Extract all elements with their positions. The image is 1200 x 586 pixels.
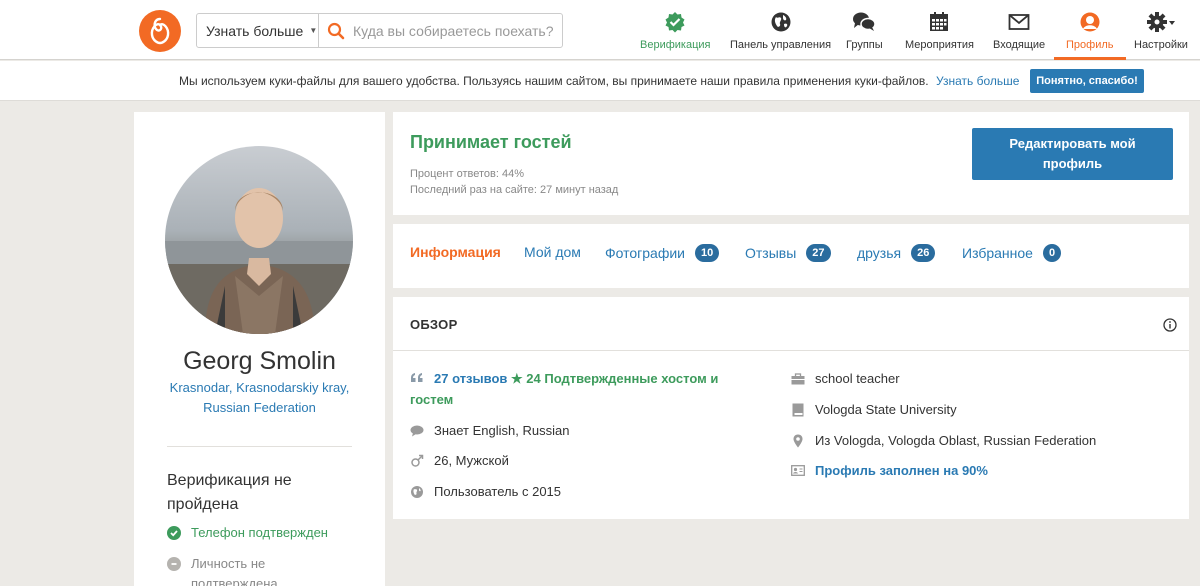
nav-events[interactable]: Мероприятия [905, 10, 974, 60]
tab-references[interactable]: Отзывы 27 [745, 244, 831, 262]
nav-groups[interactable]: Группы [846, 10, 883, 60]
info-icon[interactable] [1163, 318, 1177, 337]
envelope-icon [1008, 10, 1030, 34]
count-badge: 26 [911, 244, 936, 262]
profile-location-link[interactable]: Krasnodar, Krasnodarskiy kray, Russian F… [156, 378, 363, 418]
education-text: Vologda State University [815, 402, 957, 417]
nav-groups-label: Группы [846, 39, 883, 51]
cookie-accept-button[interactable]: Понятно, спасибо! [1030, 69, 1144, 93]
chat-bubbles-icon [852, 10, 877, 34]
hometown-text: Из Vologda, Vologda Oblast, Russian Fede… [815, 433, 1097, 448]
member-since-text: Пользователь с 2015 [434, 484, 562, 499]
age-gender-row: 26, Мужской [410, 450, 509, 471]
hometown-row: Из Vologda, Vologda Oblast, Russian Fede… [791, 430, 1096, 451]
overview-header: ОБЗОР [393, 297, 1189, 351]
tab-my-home[interactable]: Мой дом [524, 244, 581, 260]
age-gender-text: 26, Мужской [434, 453, 509, 468]
profile-tabs: Информация Мой дом Фотографии 10 Отзывы … [393, 224, 1189, 288]
star-icon: ★ [511, 371, 523, 386]
member-since-row: Пользователь с 2015 [410, 481, 561, 502]
verification-item-label: Телефон подтвержден [191, 525, 328, 540]
divider [167, 446, 352, 447]
overview-card: ОБЗОР 27 отзывов ★ 24 Подтвержденные хос… [393, 297, 1189, 519]
book-icon [791, 399, 805, 420]
nav-inbox[interactable]: Входящие [993, 10, 1045, 60]
logo-icon [150, 17, 170, 45]
tab-about[interactable]: Информация [410, 244, 501, 260]
nav-dashboard-label: Панель управления [730, 39, 832, 51]
hosting-status-card: Принимает гостей Процент ответов: 44% По… [393, 112, 1189, 215]
count-badge: 10 [695, 244, 720, 262]
references-link[interactable]: 27 отзывов [434, 371, 507, 386]
nav-verification[interactable]: Верификация [640, 10, 711, 60]
occupation-row: school teacher [791, 368, 900, 389]
tab-label: Мой дом [524, 244, 581, 260]
search-input[interactable] [353, 22, 553, 39]
search-icon[interactable] [319, 22, 353, 40]
education-row: Vologda State University [791, 399, 957, 420]
avatar [165, 146, 353, 334]
cookie-learn-more-link[interactable]: Узнать больше [936, 74, 1019, 88]
search-mode-dropdown[interactable]: Узнать больше ▼ [197, 14, 319, 47]
verification-item-label: Личность не подтверждена [191, 556, 278, 586]
id-card-icon [791, 460, 805, 481]
user-icon [1079, 10, 1101, 34]
globe-icon [410, 481, 424, 502]
profile-name: Georg Smolin [183, 347, 336, 375]
cookie-banner: Мы используем куки-файлы для вашего удоб… [0, 61, 1200, 101]
verification-title: Верификация не пройдена [167, 472, 292, 513]
profile-sidebar: Georg Smolin Krasnodar, Krasnodarskiy kr… [134, 112, 385, 586]
cookie-text: Мы используем куки-файлы для вашего удоб… [179, 74, 929, 88]
nav-profile[interactable]: Профиль [1054, 10, 1125, 60]
languages-row: Знает English, Russian [410, 420, 569, 441]
minus-circle-icon [167, 557, 181, 571]
tab-photos[interactable]: Фотографии 10 [605, 244, 720, 262]
nav-settings-label: Настройки [1134, 39, 1188, 51]
nav-dashboard[interactable]: Панель управления [730, 10, 831, 60]
profile-completeness-link[interactable]: Профиль заполнен на 90% [815, 460, 988, 481]
tab-label: Фотографии [605, 245, 686, 261]
response-rate: Процент ответов: 44% [410, 168, 524, 180]
check-badge-icon [664, 10, 686, 34]
hosting-status-title: Принимает гостей [410, 132, 572, 152]
map-pin-icon [791, 430, 805, 451]
tab-label: Избранное [962, 245, 1033, 261]
languages-text: Знает English, Russian [434, 423, 570, 438]
profile-completeness-row: Профиль заполнен на 90% [791, 460, 988, 481]
tab-label: друзья [857, 245, 902, 261]
tab-label: Информация [410, 244, 501, 260]
calendar-icon [928, 10, 950, 34]
quote-icon [410, 368, 424, 389]
gender-icon [410, 450, 424, 471]
nav-profile-label: Профиль [1066, 39, 1114, 51]
references-summary: 27 отзывов ★ 24 Подтвержденные хостом и … [410, 368, 750, 410]
couchsurfing-logo[interactable] [139, 10, 181, 52]
edit-profile-button[interactable]: Редактировать мой профиль [972, 128, 1173, 180]
nav-events-label: Мероприятия [905, 39, 974, 51]
check-circle-icon [167, 526, 181, 540]
tab-friends[interactable]: друзья 26 [857, 244, 936, 262]
caret-down-icon: ▼ [309, 26, 318, 35]
speech-bubble-icon [410, 420, 424, 441]
gear-icon [1146, 10, 1176, 34]
globe-icon [770, 10, 792, 34]
tab-label: Отзывы [745, 245, 797, 261]
nav-verification-label: Верификация [640, 39, 711, 51]
briefcase-icon [791, 368, 805, 389]
verification-item-phone: Телефон подтвержден [167, 525, 328, 540]
last-seen: Последний раз на сайте: 27 минут назад [410, 184, 619, 196]
verification-item-identity: Личность не подтверждена [167, 554, 311, 586]
occupation-text: school teacher [815, 371, 900, 386]
overview-title: ОБЗОР [410, 317, 458, 332]
nav-settings[interactable]: Настройки [1134, 10, 1188, 60]
tab-favorites[interactable]: Избранное 0 [962, 244, 1062, 262]
top-navbar: Узнать больше ▼ Верификация Панель управ… [0, 0, 1200, 60]
count-badge: 0 [1042, 244, 1062, 262]
count-badge: 27 [806, 244, 831, 262]
nav-inbox-label: Входящие [993, 39, 1046, 51]
search-mode-label: Узнать больше [206, 22, 304, 39]
search-bar: Узнать больше ▼ [196, 13, 563, 48]
